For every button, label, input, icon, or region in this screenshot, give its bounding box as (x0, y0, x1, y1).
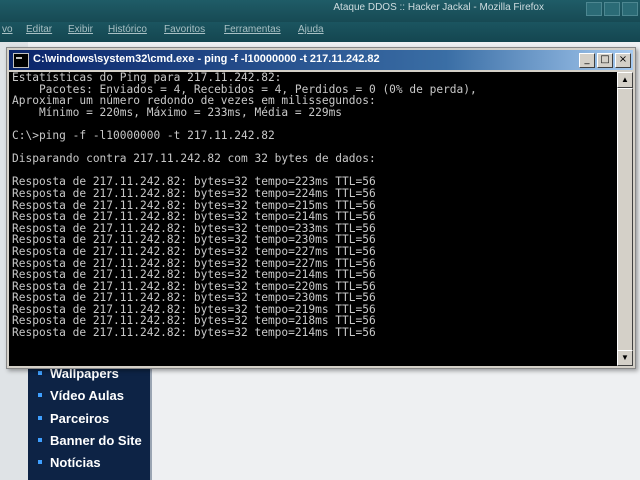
cmd-window-title: C:\windows\system32\cmd.exe - ping -f -l… (33, 53, 380, 65)
scroll-down-arrow-icon[interactable]: ▼ (617, 350, 633, 366)
site-navigation: Wallpapers Vídeo Aulas Parceiros Banner … (28, 360, 150, 480)
menu-item-tools[interactable]: Ferramentas (224, 24, 281, 35)
console-reply-line: Resposta de 217.11.242.82: bytes=32 temp… (12, 244, 376, 258)
cmd-console-icon (13, 53, 29, 68)
cmd-maximize-button[interactable]: □ (597, 53, 613, 68)
bullet-icon (38, 393, 42, 397)
bullet-icon (38, 416, 42, 420)
console-line: Mínimo = 220ms, Máximo = 233ms, Média = … (12, 105, 343, 119)
cmd-close-button[interactable]: × (615, 53, 631, 68)
bullet-icon (38, 438, 42, 442)
menu-item-edit[interactable]: Editar (26, 24, 52, 35)
nav-link-noticias[interactable]: Notícias (38, 455, 101, 470)
cmd-console-output[interactable]: Estatísticas do Ping para 217.11.242.82:… (9, 72, 617, 366)
bullet-icon (38, 371, 42, 375)
console-line: Disparando contra 217.11.242.82 com 32 b… (12, 152, 376, 166)
console-reply-line: Resposta de 217.11.242.82: bytes=32 temp… (12, 326, 376, 340)
browser-close-button[interactable] (622, 2, 638, 16)
cmd-window: C:\windows\system32\cmd.exe - ping -f -l… (6, 47, 636, 369)
bullet-icon (38, 460, 42, 464)
browser-title: Ataque DDOS :: Hacker Jackal - Mozilla F… (333, 2, 544, 13)
nav-link-video-aulas[interactable]: Vídeo Aulas (38, 388, 124, 403)
browser-window-controls (584, 2, 638, 21)
site-divider (150, 360, 152, 480)
browser-titlebar: Ataque DDOS :: Hacker Jackal - Mozilla F… (0, 0, 640, 22)
cmd-titlebar[interactable]: C:\windows\system32\cmd.exe - ping -f -l… (9, 50, 633, 70)
browser-menubar: vo Editar Exibir Histórico Favoritos Fer… (0, 22, 640, 42)
console-reply-line: Resposta de 217.11.242.82: bytes=32 temp… (12, 210, 376, 224)
nav-link-banner[interactable]: Banner do Site (38, 433, 142, 448)
menu-item-view[interactable]: Exibir (68, 24, 93, 35)
console-line: Estatísticas do Ping para 217.11.242.82: (12, 72, 282, 84)
scrollbar-thumb[interactable] (617, 88, 633, 352)
browser-maximize-button[interactable] (604, 2, 620, 16)
nav-link-parceiros[interactable]: Parceiros (38, 411, 109, 426)
menu-item-bookmarks[interactable]: Favoritos (164, 24, 205, 35)
cmd-minimize-button[interactable]: _ (579, 53, 595, 68)
menu-item-file[interactable]: vo (2, 24, 13, 35)
console-reply-line: Resposta de 217.11.242.82: bytes=32 temp… (12, 186, 376, 200)
menu-item-help[interactable]: Ajuda (298, 24, 324, 35)
scroll-up-arrow-icon[interactable]: ▲ (617, 72, 633, 88)
console-reply-line: Resposta de 217.11.242.82: bytes=32 temp… (12, 268, 376, 282)
browser-minimize-button[interactable] (586, 2, 602, 16)
console-command-line: C:\>ping -f -l10000000 -t 217.11.242.82 (12, 128, 275, 142)
menu-item-history[interactable]: Histórico (108, 24, 147, 35)
cmd-scrollbar[interactable]: ▲ ▼ (617, 72, 633, 366)
